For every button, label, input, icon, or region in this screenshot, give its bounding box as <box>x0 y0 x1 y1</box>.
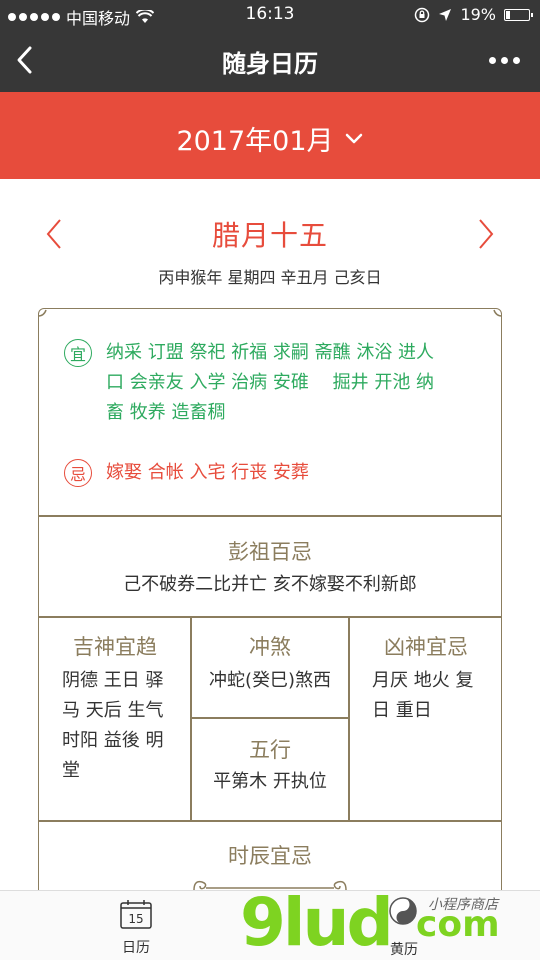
xiongshen-line: 日 重日 <box>372 700 432 721</box>
xiongshen-text: 月厌 地火 复 日 重日 <box>372 666 496 726</box>
yin-yang-icon <box>389 897 417 925</box>
jishen-line: 时阳 益後 明 <box>62 730 164 751</box>
back-button[interactable] <box>8 40 48 80</box>
yi-badge: 宜 <box>64 339 92 367</box>
status-right: 19% <box>414 5 533 24</box>
nav-bar: 随身日历 <box>0 30 540 92</box>
rotation-lock-icon <box>415 7 430 22</box>
ganzhi-info: 丙申猴年 星期四 辛丑月 己亥日 <box>158 268 382 287</box>
shichen-title: 时辰宜忌 <box>228 844 312 868</box>
ji-badge: 忌 <box>64 459 92 487</box>
yi-line: 纳采 订盟 祭祀 祈福 求嗣 斋醮 沐浴 进人 <box>106 342 435 363</box>
divider <box>190 717 349 719</box>
yi-items: 纳采 订盟 祭祀 祈福 求嗣 斋醮 沐浴 进人 口 会亲友 入学 治病 安碓 掘… <box>106 338 434 428</box>
month-bar: 2017年01月 <box>0 92 540 179</box>
calendar-icon: 15 <box>120 900 152 929</box>
jishen-text: 阴德 王日 驿 马 天后 生气 时阳 益後 明 堂 <box>62 666 186 786</box>
month-selector[interactable]: 2017年01月 <box>0 119 540 158</box>
tab-calendar[interactable]: 15 日历 <box>96 899 176 957</box>
jishen-line: 阴德 王日 驿 <box>62 670 164 691</box>
next-day-button[interactable] <box>464 214 504 254</box>
frame-corner-ornament <box>38 309 502 317</box>
ji-section: 忌 嫁娶 合帐 入宅 行丧 安葬 <box>64 458 484 488</box>
watermark: 9lud 小程序商店 com <box>240 884 530 960</box>
watermark-brand: 9lud <box>240 884 394 960</box>
page-title: 随身日历 <box>222 50 318 78</box>
top-bar: 中国移动 16:13 19% 随身日历 <box>0 0 540 92</box>
wuxing-title: 五行 <box>249 738 291 762</box>
jishen-title: 吉神宜趋 <box>73 635 157 659</box>
xiongshen-title: 凶神宜忌 <box>384 635 468 659</box>
yi-section: 宜 纳采 订盟 祭祀 祈福 求嗣 斋醮 沐浴 进人 口 会亲友 入学 治病 安碓… <box>64 338 484 428</box>
battery-fill <box>506 10 510 19</box>
calendar-day: 15 <box>128 912 143 926</box>
wuxing-text: 平第木 开执位 <box>213 771 327 792</box>
pengzu-title: 彭祖百忌 <box>228 540 312 564</box>
yi-line: 畜 牧养 造畜稠 <box>106 402 226 423</box>
divider <box>38 515 502 517</box>
month-label: 2017年01月 <box>176 126 334 157</box>
pengzu-text: 己不破券二比并亡 亥不嫁娶不利新郎 <box>123 574 417 595</box>
chevron-down-icon <box>345 133 362 143</box>
lunar-date: 腊月十五 <box>211 219 328 252</box>
more-button[interactable] <box>484 48 524 72</box>
chongsha-text: 冲蛇(癸巳)煞西 <box>208 670 332 691</box>
jishen-line: 马 天后 生气 <box>62 700 164 721</box>
tab-calendar-label: 日历 <box>122 940 150 956</box>
location-icon <box>439 8 452 21</box>
divider <box>38 820 502 822</box>
battery-percent: 19% <box>460 5 496 24</box>
xiongshen-line: 月厌 地火 复 <box>372 670 474 691</box>
jishen-line: 堂 <box>62 760 80 781</box>
yi-line: 口 会亲友 入学 治病 安碓 掘井 开池 纳 <box>106 372 435 393</box>
battery-icon <box>504 8 533 21</box>
status-bar: 中国移动 16:13 19% <box>0 0 540 30</box>
ji-items: 嫁娶 合帐 入宅 行丧 安葬 <box>106 462 309 483</box>
watermark-suffix: com <box>416 904 500 945</box>
divider <box>38 616 502 618</box>
chongsha-title: 冲煞 <box>249 635 291 659</box>
